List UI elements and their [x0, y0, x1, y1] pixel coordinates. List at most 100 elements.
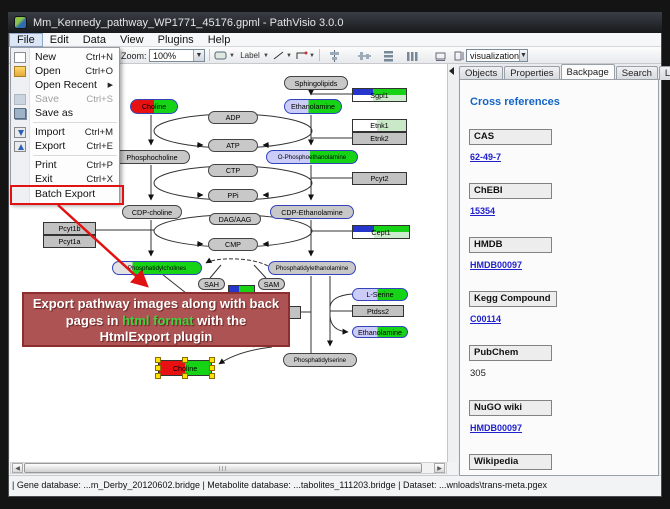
stack-vertical-icon[interactable] [381, 49, 396, 62]
cmp-node[interactable]: CMP [208, 238, 258, 251]
file-menu-item-open[interactable]: OpenCtrl+O [11, 64, 119, 78]
xref-link-hmdb[interactable]: HMDB00097 [470, 260, 522, 270]
file-menu-item-save[interactable]: SaveCtrl+S [11, 92, 119, 106]
tab-properties[interactable]: Properties [504, 66, 559, 80]
node-label: Phosphatidylethanolamine [269, 265, 355, 272]
o-phosphoethanolamine-node[interactable]: O-Phosphoethanolamine [266, 150, 358, 164]
scroll-right-icon[interactable]: ▶ [434, 463, 445, 473]
node-label: Phosphocholine [115, 153, 189, 162]
phosphatidylcholines-node[interactable]: Phosphatidylcholines [112, 261, 202, 275]
panel-splitter[interactable] [447, 64, 457, 462]
ctp-node[interactable]: CTP [208, 164, 258, 177]
menu-view[interactable]: View [113, 33, 151, 47]
xref-link-nugo-wiki[interactable]: HMDB00097 [470, 423, 522, 433]
menu-help[interactable]: Help [201, 33, 238, 47]
file-menu-item-exit[interactable]: ExitCtrl+X [11, 172, 119, 186]
atp-node[interactable]: ATP [208, 139, 258, 152]
xref-link-chebi[interactable]: 15354 [470, 206, 495, 216]
file-menu-item-open-recent[interactable]: Open Recent▶ [11, 78, 119, 92]
selection-handle[interactable] [182, 373, 188, 379]
collapse-splitter-icon[interactable] [449, 67, 454, 75]
menu-item-label: Import [35, 126, 65, 138]
stack-horizontal-icon[interactable] [405, 49, 420, 62]
scroll-left-icon[interactable]: ◀ [12, 463, 23, 473]
node-label: Etnk1 [353, 121, 406, 130]
cept1-node[interactable]: Cept1 [352, 225, 410, 239]
sphingolipids-node[interactable]: Sphingolipids [284, 76, 348, 90]
file-menu-item-save-as[interactable]: Save as [11, 106, 119, 120]
sah-node[interactable]: SAH [198, 278, 225, 290]
adp-node[interactable]: ADP [208, 111, 258, 124]
chevron-down-icon[interactable]: ▼ [229, 53, 235, 59]
node-label: Ptdss2 [353, 307, 403, 316]
canvas-horizontal-scrollbar[interactable]: ◀ ▶ [10, 462, 447, 474]
datanode-tool-icon[interactable] [213, 49, 228, 62]
xref-link-cas[interactable]: 62-49-7 [470, 152, 501, 162]
section-header-cas: CAS [469, 129, 552, 145]
etnk1-node[interactable]: Etnk1 [352, 119, 407, 132]
cross-references-heading: Cross references [470, 96, 650, 108]
choline-node[interactable]: Choline [130, 99, 178, 114]
menu-file[interactable]: File [9, 33, 43, 47]
chevron-down-icon[interactable]: ▼ [263, 53, 269, 59]
set-common-width-icon[interactable] [433, 49, 448, 62]
ethanolamine-node[interactable]: Ethanolamine [352, 326, 408, 338]
chevron-down-icon[interactable]: ▼ [519, 50, 527, 61]
ppi-node[interactable]: PPi [208, 189, 258, 202]
selection-handle[interactable] [182, 357, 188, 363]
connector-tool-icon[interactable] [294, 49, 309, 62]
selection-handle[interactable] [155, 365, 161, 371]
selection-handle[interactable] [209, 365, 215, 371]
tab-objects[interactable]: Objects [459, 66, 503, 80]
label-tool-icon[interactable]: Label [237, 49, 263, 62]
title-bar: Mm_Kennedy_pathway_WP1771_45176.gpml - P… [8, 12, 662, 33]
node-label: L-Serine [353, 290, 407, 299]
node-label: Cept1 [353, 228, 409, 237]
menu-plugins[interactable]: Plugins [151, 33, 201, 47]
visualization-combobox[interactable]: visualization ▼ [466, 49, 528, 62]
set-common-height-icon[interactable] [451, 49, 466, 62]
pcyt1a-node[interactable]: Pcyt1a [43, 235, 96, 248]
tab-backpage[interactable]: Backpage [561, 64, 615, 80]
phosphatidylethanolamine-node[interactable]: Phosphatidylethanolamine [268, 261, 356, 275]
menu-edit[interactable]: Edit [43, 33, 76, 47]
ethanolamine-node[interactable]: Ethanolamine [284, 99, 342, 114]
pcyt2-node[interactable]: Pcyt2 [352, 172, 407, 185]
xref-link-kegg-compound[interactable]: C00114 [470, 314, 501, 324]
sgpl1-node[interactable]: Sgpl1 [352, 88, 407, 102]
selection-handle[interactable] [209, 357, 215, 363]
status-text: | Gene database: ...m_Derby_20120602.bri… [12, 480, 547, 490]
file-menu-item-new[interactable]: NewCtrl+N [11, 50, 119, 64]
file-menu-item-export[interactable]: ExportCtrl+E [11, 139, 119, 153]
menu-item-label: Export [35, 140, 65, 152]
line-tool-icon[interactable] [271, 49, 286, 62]
zoom-combobox[interactable]: 100% ▼ [149, 49, 205, 62]
section-value-chebi: 15354 [470, 206, 650, 216]
chevron-down-icon[interactable]: ▼ [309, 53, 315, 59]
etnk2-node[interactable]: Etnk2 [352, 132, 407, 145]
chevron-down-icon[interactable]: ▼ [193, 50, 204, 61]
selection-handle[interactable] [155, 357, 161, 363]
dag-aag-node[interactable]: DAG/AAG [209, 213, 261, 225]
l-serine-node[interactable]: L-Serine [352, 288, 408, 301]
scrollbar-thumb[interactable] [24, 463, 422, 473]
align-center-icon[interactable] [327, 49, 342, 62]
file-menu-item-print[interactable]: PrintCtrl+P [11, 158, 119, 172]
menu-data[interactable]: Data [76, 33, 113, 47]
chevron-down-icon[interactable]: ▼ [286, 53, 292, 59]
ptdss2-node[interactable]: Ptdss2 [352, 305, 404, 317]
align-middle-icon[interactable] [357, 49, 372, 62]
selection-handle[interactable] [209, 373, 215, 379]
cdp-choline-node[interactable]: CDP-choline [122, 205, 182, 219]
cdp-ethanolamine-node[interactable]: CDP-Ethanolamine [270, 205, 354, 219]
selection-handle[interactable] [155, 373, 161, 379]
tab-search[interactable]: Search [616, 66, 658, 80]
backpage-content[interactable]: Cross references CAS62-49-7ChEBI15354HMD… [459, 79, 659, 476]
file-menu-item-import[interactable]: ImportCtrl+M [11, 125, 119, 139]
pcyt1b-node[interactable]: Pcyt1b [43, 222, 96, 235]
phosphocholine-node[interactable]: Phosphocholine [114, 150, 190, 164]
tab-legend[interactable]: Legend [659, 66, 670, 80]
sam-node[interactable]: SAM [258, 278, 285, 290]
file-menu-item-batch-export[interactable]: Batch Export [11, 186, 119, 201]
phosphatidylserine-node[interactable]: Phosphatidylserine [283, 353, 357, 367]
